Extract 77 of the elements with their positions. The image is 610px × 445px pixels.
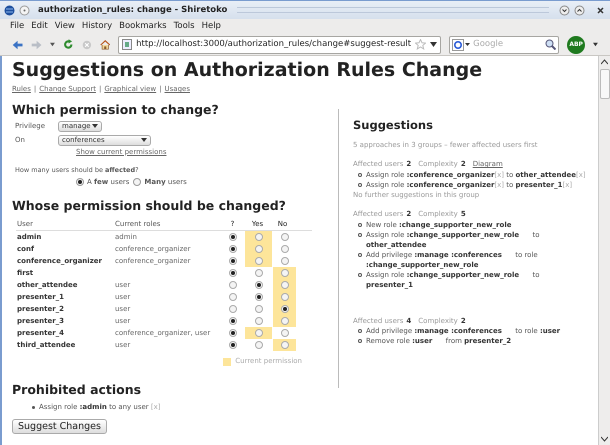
radio-button[interactable] — [228, 305, 236, 314]
radio-button[interactable] — [228, 341, 236, 350]
radio-button[interactable] — [254, 305, 262, 314]
bullet-icon — [358, 222, 362, 227]
panel-heading: Suggestions — [353, 116, 434, 134]
bullet-icon — [358, 232, 362, 237]
radio-button[interactable] — [254, 257, 262, 266]
radio-button[interactable] — [254, 293, 262, 302]
radio-button[interactable] — [254, 233, 262, 242]
page-title: Suggestions on Authorization Rules Change — [12, 58, 484, 82]
home-icon[interactable] — [100, 38, 110, 52]
menu-item[interactable]: Bookmarks — [119, 20, 167, 33]
radio-button[interactable] — [280, 305, 288, 314]
dropdown-caret-icon[interactable] — [50, 42, 56, 47]
menu-item[interactable]: History — [82, 20, 112, 33]
radio-button[interactable] — [280, 329, 288, 338]
search-engine-icon[interactable] — [452, 38, 470, 50]
bullet-icon — [358, 329, 362, 334]
radio-button[interactable] — [228, 281, 236, 290]
radio-button[interactable] — [280, 317, 288, 326]
radio-button[interactable] — [254, 317, 262, 326]
scroll-up-icon[interactable] — [601, 59, 608, 65]
radio-button[interactable] — [280, 245, 288, 254]
bullet-icon — [358, 272, 362, 277]
address-bar[interactable]: http://localhost:3000/authorization_rules/change#suggest-result — [118, 36, 442, 54]
radio-button[interactable] — [280, 269, 288, 278]
radio-button[interactable] — [228, 317, 236, 326]
radio-button[interactable] — [280, 341, 288, 350]
menu-item[interactable]: View — [54, 20, 75, 33]
legend-swatch — [223, 358, 232, 366]
scroll-down-icon[interactable] — [601, 436, 608, 442]
scroll-thumb[interactable] — [600, 69, 610, 99]
bullet-icon — [32, 406, 35, 409]
star-icon[interactable] — [415, 39, 426, 50]
section-heading: Prohibited actions — [12, 380, 142, 398]
caret-icon — [92, 124, 98, 128]
bullet-icon — [358, 172, 362, 177]
radio-button[interactable] — [228, 293, 236, 302]
radio-button[interactable] — [280, 233, 288, 242]
pin-icon[interactable] — [19, 4, 30, 16]
search-input[interactable]: Google — [473, 38, 542, 51]
section-heading: Which permission to change? — [12, 100, 220, 118]
suggest-changes-button[interactable]: Suggest Changes — [12, 419, 107, 434]
menu-item[interactable]: Edit — [31, 20, 48, 33]
radio-button[interactable] — [254, 245, 262, 254]
menu-item[interactable]: Help — [202, 20, 221, 33]
radio-button[interactable] — [228, 245, 236, 254]
dropdown-caret-icon[interactable] — [430, 42, 438, 47]
search-box[interactable]: Google — [449, 36, 560, 54]
search-icon[interactable] — [545, 39, 556, 50]
radio-button[interactable] — [254, 329, 262, 338]
menu-item[interactable]: Tools — [174, 20, 195, 33]
radio-button[interactable] — [228, 233, 236, 242]
radio-button[interactable] — [228, 269, 236, 278]
radio-button[interactable] — [280, 257, 288, 266]
radio-button[interactable] — [254, 269, 262, 278]
radio-button[interactable] — [280, 293, 288, 302]
bullet-icon — [358, 339, 362, 344]
radio-button[interactable] — [254, 281, 262, 290]
caret-icon — [141, 138, 147, 142]
globe-icon — [4, 4, 15, 16]
scrollbar[interactable] — [598, 56, 610, 445]
radio-button[interactable] — [228, 257, 236, 266]
page-icon — [122, 39, 132, 50]
maximize-icon[interactable] — [574, 4, 585, 16]
menu-item[interactable]: File — [10, 20, 24, 33]
url-text: http://localhost:3000/authorization_rules/change#suggest-result — [136, 38, 412, 51]
radio-button[interactable] — [280, 281, 288, 290]
radio-button[interactable] — [228, 329, 236, 338]
minimize-icon[interactable] — [559, 4, 570, 16]
radio-button[interactable] — [254, 341, 262, 350]
window-title: authorization_rules: change - Shiretoko — [38, 4, 228, 16]
close-icon[interactable] — [595, 4, 606, 16]
section-heading: Whose permission should be changed? — [12, 197, 287, 214]
dropdown-caret-icon[interactable] — [593, 42, 598, 47]
bullet-icon — [358, 252, 362, 257]
bullet-icon — [358, 182, 362, 187]
